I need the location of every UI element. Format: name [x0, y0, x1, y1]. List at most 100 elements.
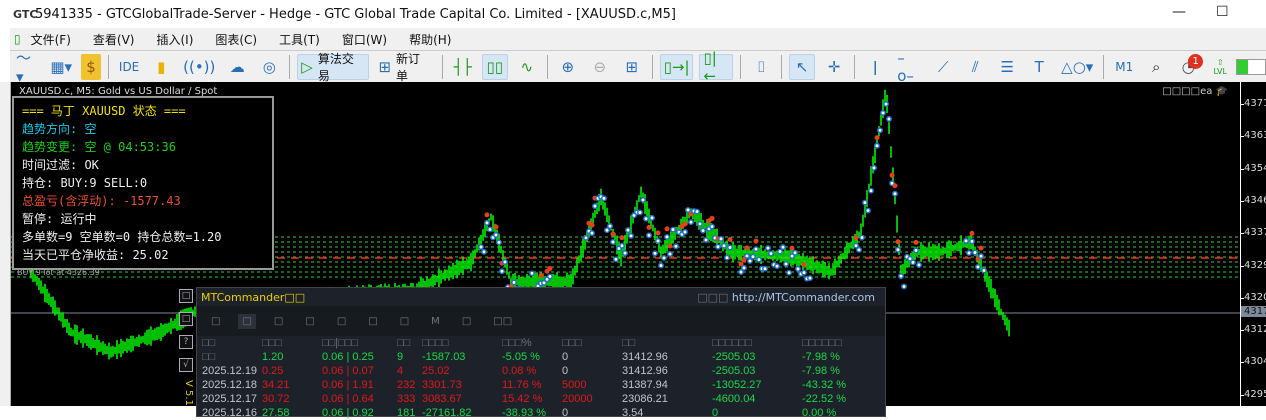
column-header[interactable]: □□□: [262, 336, 322, 350]
price-chart[interactable]: XAUUSD.c, M5: Gold vs US Dollar / Spot □…: [10, 82, 1266, 419]
panel-tab[interactable]: □: [333, 314, 350, 329]
sell-marker: [744, 245, 750, 251]
buy-marker: [658, 262, 664, 269]
crosshair-icon[interactable]: ✛: [821, 54, 847, 80]
panel-tab[interactable]: M: [427, 314, 444, 329]
candlestick-icon[interactable]: ▯▯: [481, 53, 508, 80]
buy-marker: [583, 234, 589, 241]
new-order-button[interactable]: ⊞ 新订单: [375, 52, 434, 83]
new-chart-button[interactable]: 〜▾: [13, 49, 41, 86]
cloud-icon[interactable]: ☁: [224, 54, 250, 80]
panel-tab[interactable]: □: [238, 313, 256, 329]
notifications-button[interactable]: ◔ 1: [1175, 53, 1204, 80]
column-header[interactable]: □□□□□□: [802, 336, 882, 350]
menu-file[interactable]: 文件(F): [31, 31, 71, 48]
fibonacci-icon[interactable]: ☰: [994, 54, 1020, 80]
column-header[interactable]: □□: [622, 336, 712, 350]
table-cell: -13052.27: [712, 379, 762, 391]
maximize-button[interactable]: ☐: [1216, 4, 1229, 20]
vps-icon[interactable]: ◎: [256, 54, 282, 80]
shapes-icon[interactable]: △○▾: [1058, 54, 1096, 80]
screenshot-icon[interactable]: ⌷: [748, 54, 774, 80]
menu-help[interactable]: 帮助(H): [409, 31, 451, 48]
buy-marker: [913, 247, 919, 254]
price-tick: 4329: [1241, 260, 1266, 271]
price-tick: 4371: [1241, 98, 1266, 109]
buy-marker: [589, 230, 595, 237]
menu-insert[interactable]: 插入(I): [156, 31, 193, 48]
timeframe-button[interactable]: M1: [1111, 54, 1137, 80]
column-header[interactable]: □□□□: [422, 336, 502, 350]
dollar-icon[interactable]: $: [80, 53, 101, 80]
menu-tools[interactable]: 工具(T): [279, 31, 320, 48]
check-button[interactable]: √: [179, 358, 193, 372]
text-icon[interactable]: T: [1026, 54, 1052, 80]
table-row[interactable]: □□ 1.20 0.06 | 0.25 9 -1587.03 -5.05 % 0 31412.…: [202, 350, 882, 364]
sell-marker: [889, 172, 895, 178]
buy-marker: [916, 262, 922, 268]
column-header[interactable]: □□□%: [502, 336, 562, 350]
minimize-button[interactable]: —: [1172, 4, 1186, 20]
buy-marker: [874, 142, 880, 149]
bar-chart-icon[interactable]: ┤├: [450, 54, 476, 80]
table-cell: 1.20: [262, 351, 284, 363]
buy-marker: [901, 283, 907, 290]
table-row[interactable]: 2025.12.19 0.25 0.06 | 0.07 4 25.02 0.08 % 0 31…: [202, 364, 882, 378]
menu-window[interactable]: 窗口(W): [342, 31, 387, 48]
panel-tab[interactable]: □: [458, 314, 475, 329]
zoom-in-icon[interactable]: ⊕: [555, 54, 581, 80]
buy-marker: [910, 259, 916, 266]
vertical-line-icon[interactable]: ǀ: [862, 54, 888, 80]
column-header[interactable]: □□|□□□: [322, 336, 397, 350]
panel-tab[interactable]: □□: [489, 314, 516, 329]
menu-charts[interactable]: 图表(C): [215, 31, 257, 48]
ide-button[interactable]: IDE: [116, 54, 142, 80]
status-positions: 持仓: BUY:9 SELL:0: [22, 176, 148, 190]
line-chart-icon[interactable]: ∿: [514, 54, 540, 80]
table-cell: -38.93 %: [502, 407, 547, 419]
stats-table: □□ □□□ □□|□□□ □□ □□□□ □□□% □□□ □□ □□□□□□ □□□□□□ □□…: [202, 336, 882, 420]
panel-title: MTCommander□□: [201, 290, 306, 304]
column-header[interactable]: □□□: [562, 336, 622, 350]
autoscroll-icon[interactable]: ▯→|: [659, 53, 694, 80]
column-header[interactable]: □□: [397, 336, 422, 350]
panel-tab[interactable]: □: [207, 314, 224, 329]
search-icon[interactable]: ⌕: [1143, 54, 1169, 80]
table-cell: 2025.12.17: [202, 393, 258, 405]
buy-marker: [673, 243, 679, 250]
mtcommander-link[interactable]: http://MTCommander.com: [732, 291, 875, 304]
chart-shift-icon[interactable]: ▯|←: [699, 49, 734, 85]
market-bag-icon[interactable]: ▮: [148, 54, 174, 80]
column-header[interactable]: □□: [202, 336, 262, 350]
ea-hat-icon: 🎓: [1215, 86, 1228, 97]
help-button[interactable]: ?: [179, 335, 193, 349]
profiles-button[interactable]: ▦▾: [47, 54, 75, 80]
panel-tab[interactable]: □: [396, 314, 413, 329]
panel-tab[interactable]: □: [364, 314, 381, 329]
table-row[interactable]: 2025.12.18 34.21 0.06 | 1.91 232 3301.73 11.7…: [202, 378, 882, 392]
buy-marker: [895, 246, 901, 253]
panel-tab[interactable]: □: [301, 314, 318, 329]
table-row[interactable]: 2025.12.17 30.72 0.06 | 0.64 333 3083.67 15.4…: [202, 392, 882, 406]
horizontal-line-icon[interactable]: –o–: [894, 49, 924, 85]
channel-icon[interactable]: ⫽: [962, 54, 988, 80]
lvl-button[interactable]: ⇧ LVL: [1207, 54, 1233, 80]
trendline-icon[interactable]: ⟋: [930, 54, 956, 80]
zoom-out-icon[interactable]: ⊖: [587, 54, 613, 80]
tile-windows-icon[interactable]: ⊞: [619, 54, 645, 80]
table-row[interactable]: 2025.12.16 27.58 0.06 | 0.92 181 -27161.82 -3…: [202, 406, 882, 420]
panel-side-button[interactable]: □: [179, 312, 193, 326]
cursor-icon[interactable]: ↖: [789, 53, 816, 80]
panel-side-button[interactable]: □: [179, 289, 193, 303]
buy-marker: [511, 279, 517, 286]
signals-icon[interactable]: ((•)): [180, 54, 218, 80]
chart-app-icon[interactable]: ▯: [14, 32, 21, 46]
column-header[interactable]: □□□□□□: [712, 336, 802, 350]
buy-marker: [972, 249, 978, 256]
table-cell: 3301.73: [422, 379, 462, 391]
table-header-row: □□ □□□ □□|□□□ □□ □□□□ □□□% □□□ □□ □□□□□□ □□□□□□: [202, 336, 882, 350]
panel-tab[interactable]: □: [270, 314, 287, 329]
menu-view[interactable]: 查看(V): [93, 31, 135, 48]
price-axis[interactable]: 4371 4363 4354 4346 4337 4329 4320 4312 4304 4295…: [1240, 82, 1266, 406]
algo-trading-button[interactable]: ▷ 算法交易: [297, 52, 370, 83]
